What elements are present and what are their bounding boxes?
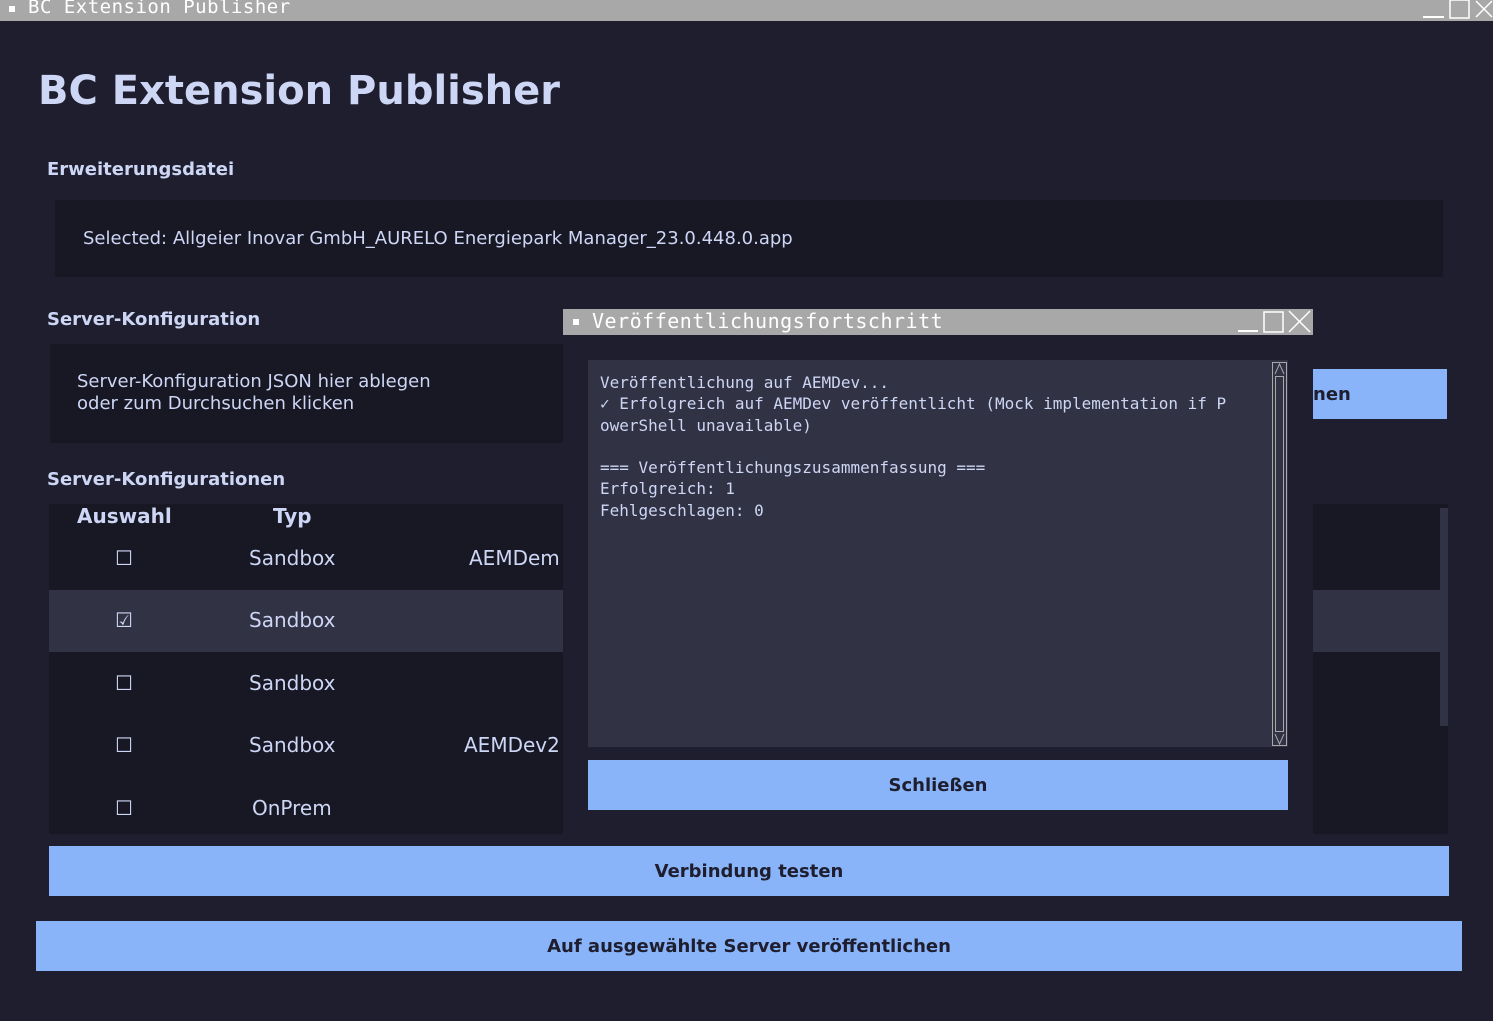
selected-file-text: Selected: Allgeier Inovar GmbH_AURELO En… <box>83 228 793 249</box>
dropzone-text: Server-Konfiguration JSON hier ablegen o… <box>77 371 431 415</box>
row-checkbox[interactable]: ☐ <box>115 671 133 695</box>
row-checkbox[interactable]: ☐ <box>115 546 133 570</box>
row-type: Sandbox <box>249 546 336 570</box>
dialog-title: Veröffentlichungsfortschritt <box>592 309 944 333</box>
scroll-up-icon[interactable] <box>1272 362 1287 376</box>
partial-hidden-button-label: nen <box>1313 383 1351 405</box>
log-scrollbar-thumb[interactable] <box>1275 376 1284 732</box>
row-name: AEMDem <box>469 546 560 570</box>
row-checkbox[interactable]: ☐ <box>115 796 133 820</box>
partial-hidden-button[interactable]: nen <box>1300 369 1447 419</box>
dropzone-line-2: oder zum Durchsuchen klicken <box>77 393 355 414</box>
window-menu-icon[interactable] <box>9 6 15 12</box>
row-type: OnPrem <box>252 796 332 820</box>
maximize-icon[interactable] <box>1449 0 1470 19</box>
row-type: Sandbox <box>249 671 336 695</box>
close-dialog-button[interactable]: Schließen <box>588 760 1288 810</box>
dropzone-line-1: Server-Konfiguration JSON hier ablegen <box>77 371 431 392</box>
app-title: BC Extension Publisher <box>38 68 561 114</box>
row-name: AEMDev2 <box>464 733 560 757</box>
row-checkbox[interactable]: ☐ <box>115 733 133 757</box>
table-scrollbar[interactable] <box>1440 508 1448 726</box>
column-header-typ[interactable]: Typ <box>273 504 312 528</box>
row-checkbox[interactable]: ☑ <box>115 608 133 632</box>
close-icon[interactable] <box>1288 310 1311 333</box>
column-header-auswahl[interactable]: Auswahl <box>77 504 172 528</box>
extension-file-label: Erweiterungsdatei <box>47 159 235 180</box>
window-controls <box>1423 0 1493 19</box>
dialog-window-controls <box>1238 310 1311 333</box>
publish-button[interactable]: Auf ausgewählte Server veröffentlichen <box>36 921 1462 971</box>
scroll-down-icon[interactable] <box>1272 732 1287 746</box>
maximize-icon[interactable] <box>1263 311 1284 333</box>
progress-log-text: Veröffentlichung auf AEMDev... ✓ Erfolgr… <box>600 373 1227 520</box>
row-type: Sandbox <box>249 733 336 757</box>
dialog-menu-icon[interactable] <box>573 319 579 325</box>
row-type: Sandbox <box>249 608 336 632</box>
server-configs-label: Server-Konfigurationen <box>47 469 286 490</box>
server-config-label: Server-Konfiguration <box>47 309 261 330</box>
window-title: BC Extension Publisher <box>28 0 291 18</box>
close-icon[interactable] <box>1475 0 1493 18</box>
test-connection-button[interactable]: Verbindung testen <box>49 846 1449 896</box>
